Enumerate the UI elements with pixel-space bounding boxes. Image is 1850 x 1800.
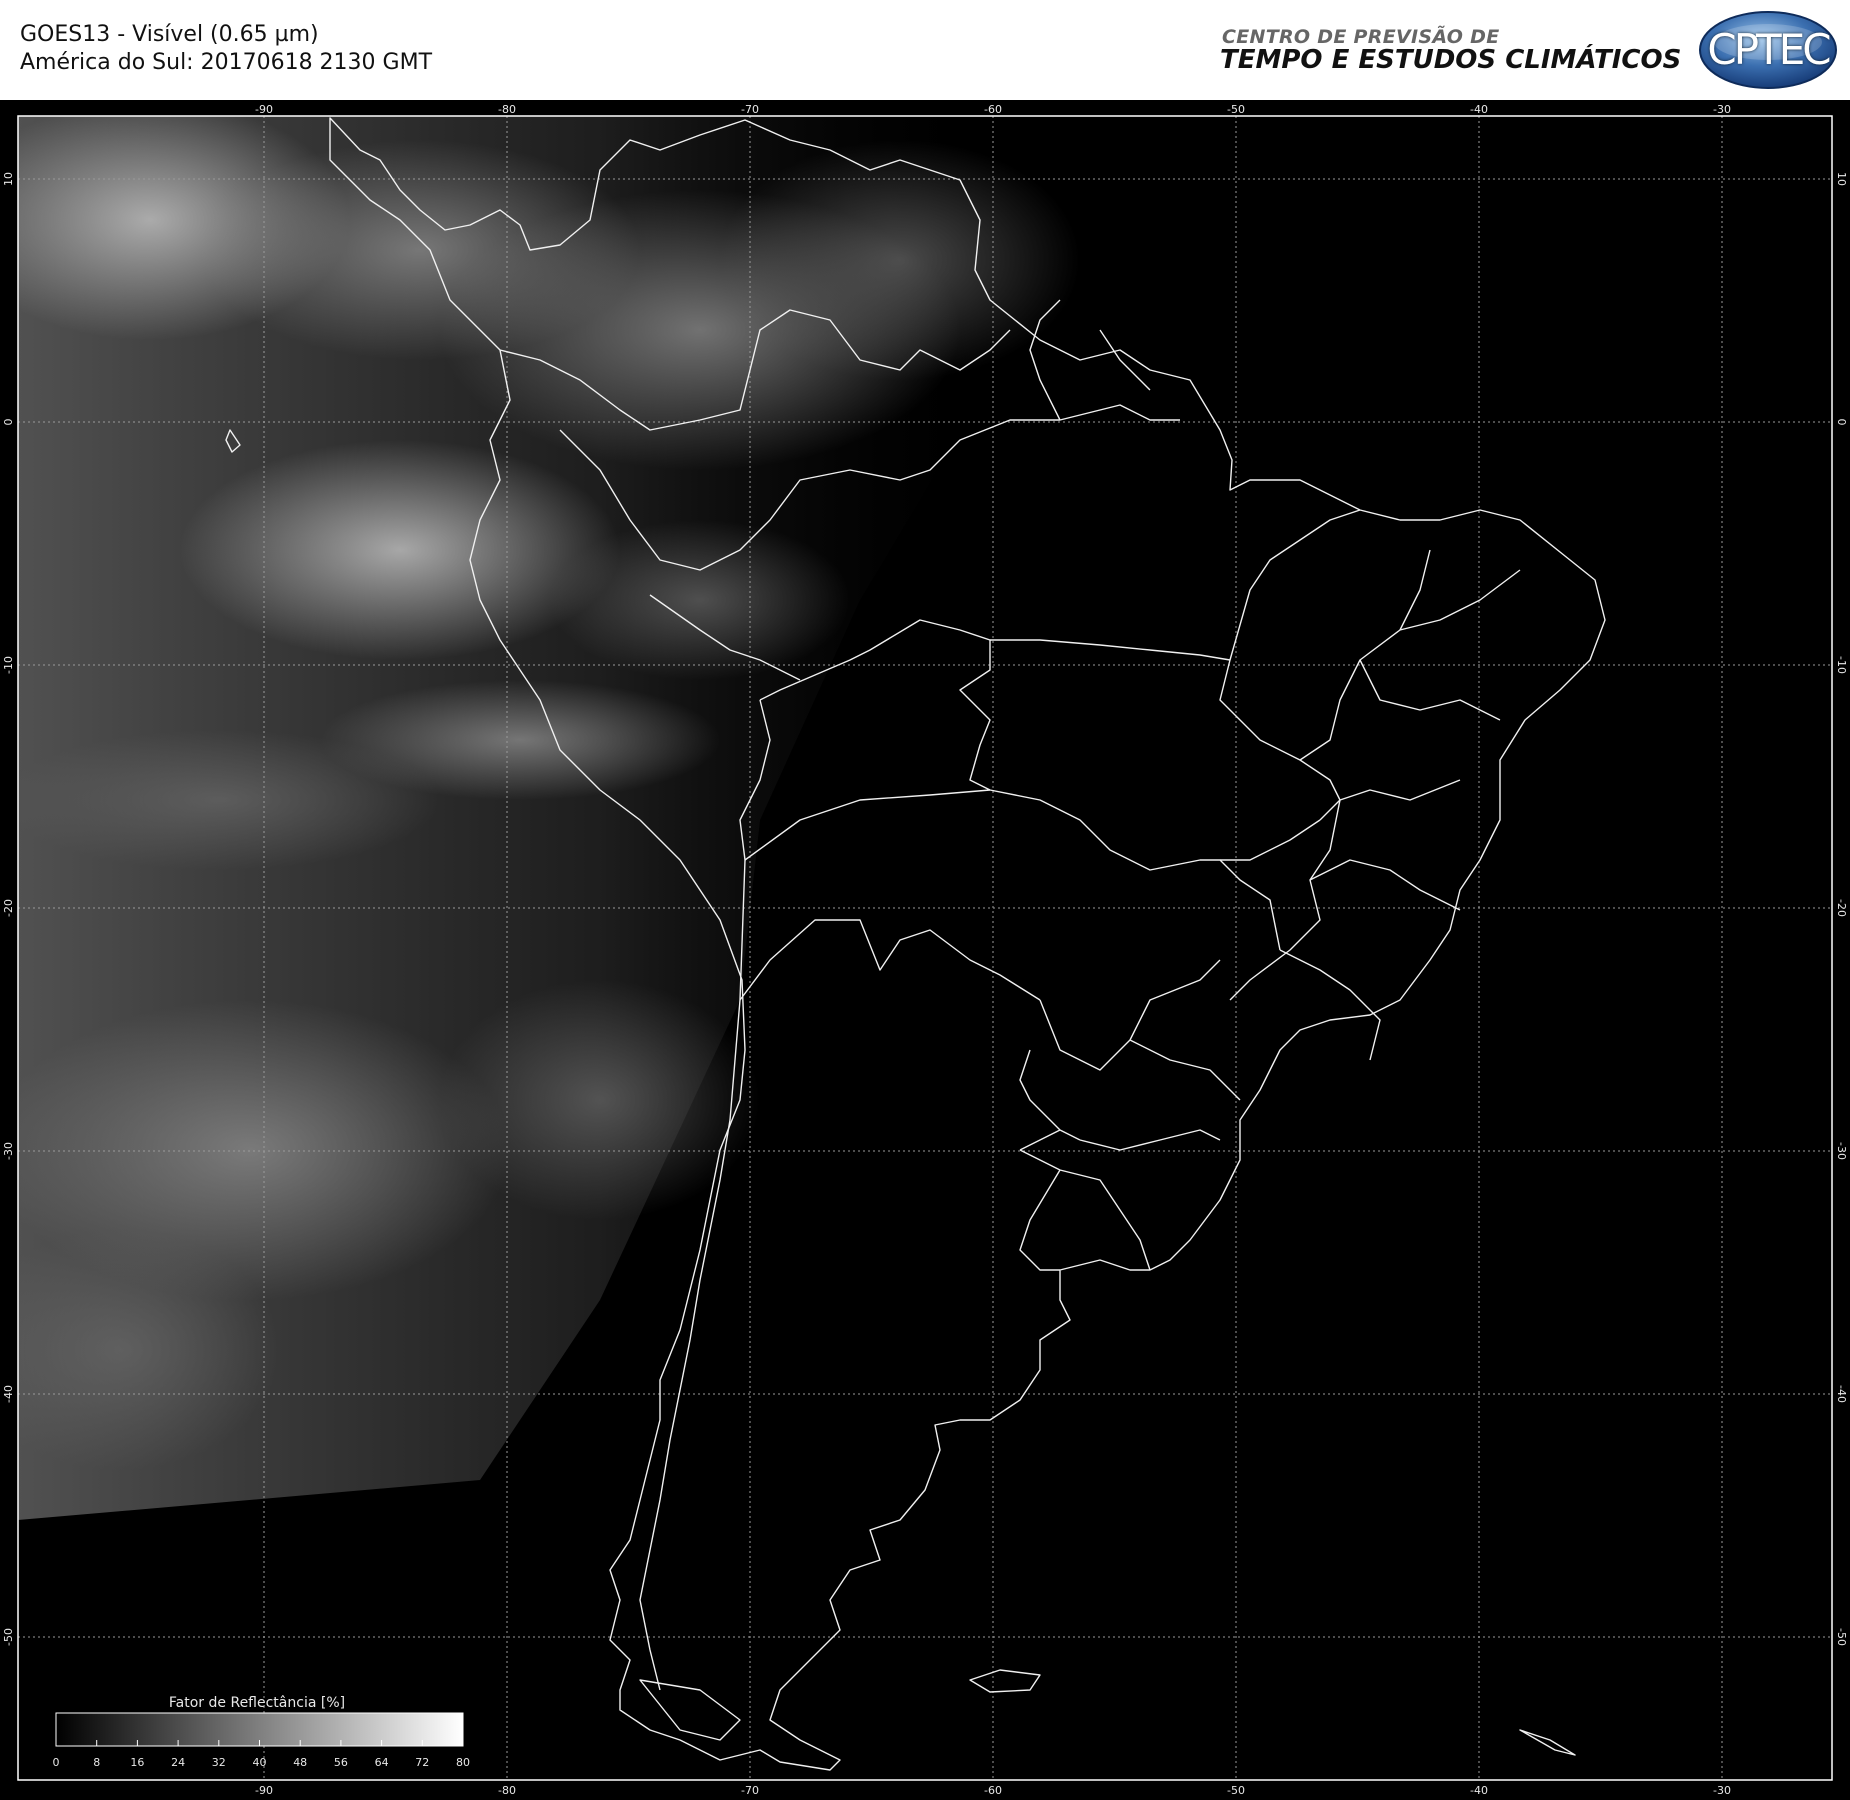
colorbar-tick-label: 72 [415,1756,429,1769]
border-line [990,639,1231,661]
lon-label: -70 [741,1784,759,1797]
border-line [1019,1129,1061,1151]
lon-label: -40 [1470,1784,1488,1797]
lon-label: -90 [255,1784,273,1797]
lon-label: -50 [1227,103,1245,116]
header: GOES13 - Visível (0.65 µm) América do Su… [0,0,1850,100]
lat-label: -50 [1835,1628,1848,1646]
cloud-imagery [18,116,1080,1520]
cptec-logo: CPTEC [1698,10,1838,90]
lat-label: -10 [1835,656,1848,674]
lat-label: -50 [2,1628,15,1646]
border-line [759,619,1281,951]
lon-labels-bottom: -90 -80 -70 -60 -50 -40 -30 [255,1784,1731,1797]
lon-label: -90 [255,103,273,116]
map-canvas: -90 -80 -70 -60 -50 -40 -30 -90 -80 -70 … [2,103,1848,1797]
island-outline [1519,1729,1576,1756]
lat-label: 10 [2,172,15,186]
lat-label: -30 [2,1142,15,1160]
lon-label: -50 [1227,1784,1245,1797]
island-outline [969,1669,1041,1693]
colorbar-tick-label: 80 [456,1756,470,1769]
lat-label: 0 [2,419,15,426]
border-line [1019,1149,1151,1271]
lon-label: -80 [498,1784,516,1797]
border-line [1229,799,1341,1001]
lon-label: -60 [984,103,1002,116]
colorbar-tick-label: 48 [293,1756,307,1769]
colorbar-tick-label: 24 [171,1756,185,1769]
lon-label: -30 [1713,1784,1731,1797]
colorbar-tick-label: 64 [375,1756,389,1769]
lon-label: -30 [1713,103,1731,116]
border-line [1079,1129,1221,1151]
border-line [1019,1169,1061,1271]
lat-label: -20 [2,899,15,917]
border-line [1399,549,1431,631]
lon-label: -60 [984,1784,1002,1797]
colorbar-tick-label: 16 [130,1756,144,1769]
border-line [1279,949,1381,1061]
colorbar-tick-label: 56 [334,1756,348,1769]
border-line [1220,819,1321,861]
border-line [1229,509,1361,661]
lon-label: -80 [498,103,516,116]
border-line [1099,329,1151,391]
border-line [1019,1049,1081,1141]
border-line [1129,1039,1241,1101]
lat-label: 10 [1835,172,1848,186]
lon-label: -70 [741,103,759,116]
org-name-line2: TEMPO E ESTUDOS CLIMÁTICOS [1220,45,1682,75]
border-line [1219,659,1341,821]
lat-labels-right: 10 0 -10 -20 -30 -40 -50 [1835,172,1848,1646]
lat-label: -10 [2,656,15,674]
image-subtitle: América do Sul: 20170618 2130 GMT [20,50,433,75]
border-line [1339,779,1461,801]
lat-label: -40 [1835,1385,1848,1403]
colorbar-title: Fator de Reflectância [%] [169,1695,345,1711]
border-line [1039,959,1221,1071]
border-line [739,919,1041,1001]
lat-label: -40 [2,1385,15,1403]
colorbar-tick-label: 0 [53,1756,60,1769]
border-line [744,789,991,861]
lon-labels-top: -90 -80 -70 -60 -50 -40 -30 [255,103,1731,116]
colorbar-tick-label: 32 [212,1756,226,1769]
lat-label: -20 [1835,899,1848,917]
colorbar-tick-label: 40 [253,1756,267,1769]
logo-text: CPTEC [1707,25,1831,74]
colorbar-tick-label: 8 [93,1756,100,1769]
lat-label: 0 [1835,419,1848,426]
lat-label: -30 [1835,1142,1848,1160]
border-line [1309,859,1461,911]
image-title: GOES13 - Visível (0.65 µm) [20,22,319,47]
lon-label: -40 [1470,103,1488,116]
satellite-map: -90 -80 -70 -60 -50 -40 -30 -90 -80 -70 … [0,100,1850,1800]
lat-labels-left: 10 0 -10 -20 -30 -40 -50 [2,172,15,1646]
colorbar: Fator de Reflectância [%] 0 8 16 24 32 4… [53,1695,471,1769]
